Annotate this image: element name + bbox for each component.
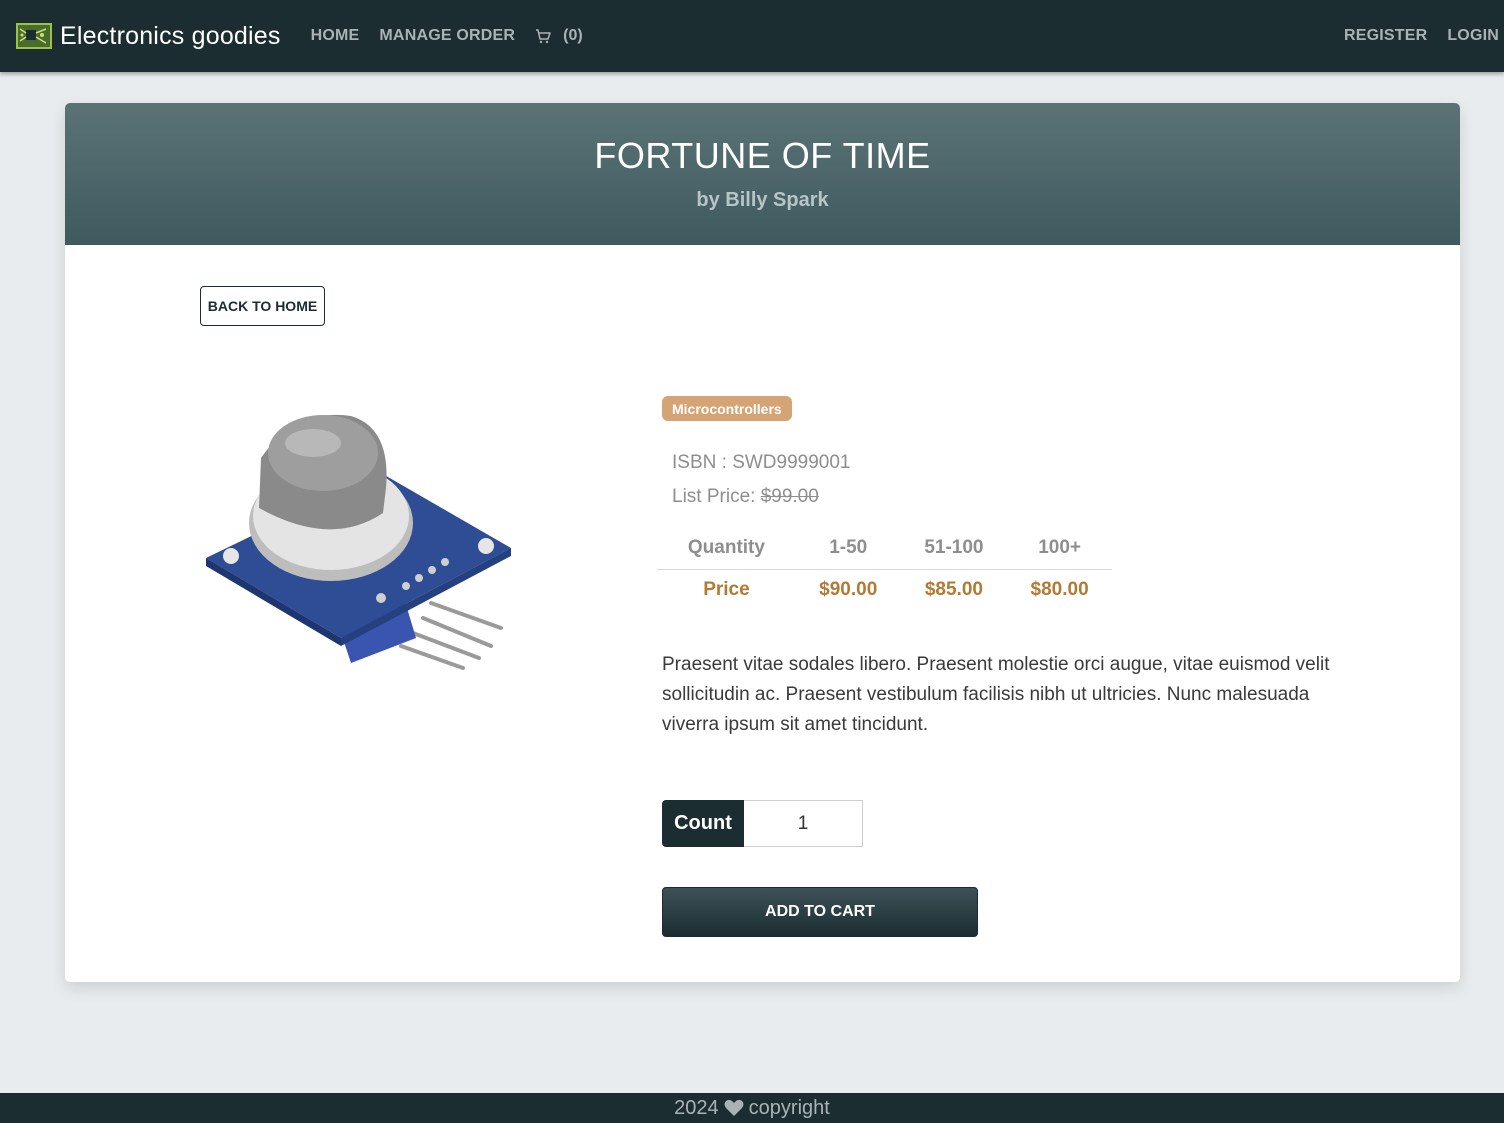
cart-link[interactable]: (0) [535, 27, 583, 45]
product-author: by Billy Spark [696, 189, 829, 211]
brand-title: Electronics goodies [60, 21, 281, 50]
pricing-header: 100+ [1007, 528, 1112, 570]
pricing-header-row: Quantity 1-50 51-100 100+ [657, 528, 1112, 570]
count-input[interactable] [744, 800, 863, 847]
footer-text: copyright [748, 1096, 830, 1119]
pricing-header: Quantity [657, 528, 796, 570]
product-description: Praesent vitae sodales libero. Praesent … [662, 654, 1330, 735]
nav-manage-order-link[interactable]: MANAGE ORDER [379, 27, 515, 45]
pricing-table: Quantity 1-50 51-100 100+ Price $90.00 $… [657, 528, 1112, 611]
pricing-price-row: Price $90.00 $85.00 $80.00 [657, 569, 1112, 611]
pricing-row-label: Price [703, 579, 750, 601]
product-image [201, 388, 516, 678]
back-to-home-button[interactable]: BACK TO HOME [200, 286, 325, 326]
nav-register-link[interactable]: REGISTER [1344, 27, 1427, 45]
cart-count: (0) [563, 27, 583, 44]
pricing-cell: $90.00 [819, 579, 878, 601]
isbn: ISBN : SWD9999001 [672, 452, 850, 474]
add-to-cart-button[interactable]: ADD TO CART [662, 887, 978, 937]
brand[interactable]: Electronics goodies [16, 22, 281, 51]
pricing-header: 51-100 [900, 528, 1008, 570]
footer-year: 2024 [674, 1096, 719, 1119]
list-price-label: List Price: [672, 486, 761, 507]
heart-icon [724, 1099, 744, 1117]
isbn-label: ISBN : [672, 452, 733, 473]
count-group: Count [662, 800, 863, 847]
pricing-cell: $80.00 [1030, 579, 1089, 601]
category-badge: Microcontrollers [662, 396, 792, 421]
list-price: List Price: $99.00 [672, 486, 819, 508]
nav-login-link[interactable]: LOGIN [1447, 27, 1499, 45]
product-title: FORTUNE OF TIME [594, 135, 931, 176]
footer: 2024 copyright [0, 1093, 1504, 1123]
list-price-value: $99.00 [760, 486, 819, 507]
pricing-cell: $85.00 [924, 579, 983, 601]
nav-home-link[interactable]: HOME [311, 27, 360, 45]
product-card: FORTUNE OF TIME by Billy Spark BACK TO H… [65, 103, 1460, 982]
product-header: FORTUNE OF TIME by Billy Spark [65, 103, 1460, 245]
count-label: Count [662, 800, 744, 847]
cart-icon [536, 28, 551, 43]
pricing-header: 1-50 [795, 528, 901, 570]
circuit-board-icon [16, 23, 52, 49]
navbar: Electronics goodies HOME MANAGE ORDER (0… [0, 0, 1504, 72]
isbn-value: SWD9999001 [732, 452, 851, 473]
